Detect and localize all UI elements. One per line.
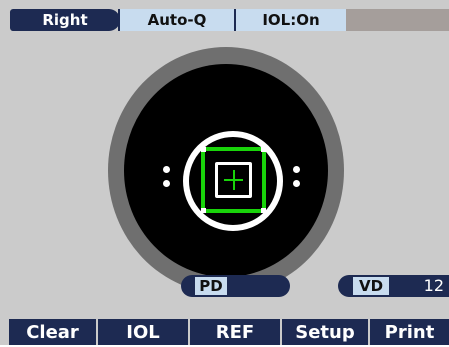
ref-button[interactable]: REF <box>190 319 280 345</box>
iol-button[interactable]: IOL <box>98 319 188 345</box>
alignment-corner <box>261 208 266 213</box>
right-marker-dot-top <box>293 166 300 173</box>
right-marker-dot-bottom <box>293 180 300 187</box>
vd-value: 12 <box>423 276 444 295</box>
status-bar: Right Auto-Q IOL:On <box>0 9 449 31</box>
alignment-corner <box>201 147 206 152</box>
print-button[interactable]: Print <box>370 319 449 345</box>
eye-side-tab[interactable]: Right <box>10 9 120 31</box>
clear-button[interactable]: Clear <box>9 319 96 345</box>
iol-status-tab[interactable]: IOL:On <box>234 9 346 31</box>
crosshair-icon <box>233 170 235 190</box>
auto-q-tab[interactable]: Auto-Q <box>118 9 234 31</box>
device-screen: Right Auto-Q IOL:On PD VD 12 Clear IOL R… <box>0 0 449 345</box>
function-button-bar: Clear IOL REF Setup Print <box>0 319 449 345</box>
vd-label: VD <box>353 277 389 295</box>
alignment-corner <box>201 208 206 213</box>
alignment-corner <box>261 147 266 152</box>
left-marker-dot-bottom <box>163 180 170 187</box>
pd-label: PD <box>195 277 227 295</box>
status-bar-filler <box>346 9 449 31</box>
left-marker-dot-top <box>163 166 170 173</box>
setup-button[interactable]: Setup <box>282 319 368 345</box>
